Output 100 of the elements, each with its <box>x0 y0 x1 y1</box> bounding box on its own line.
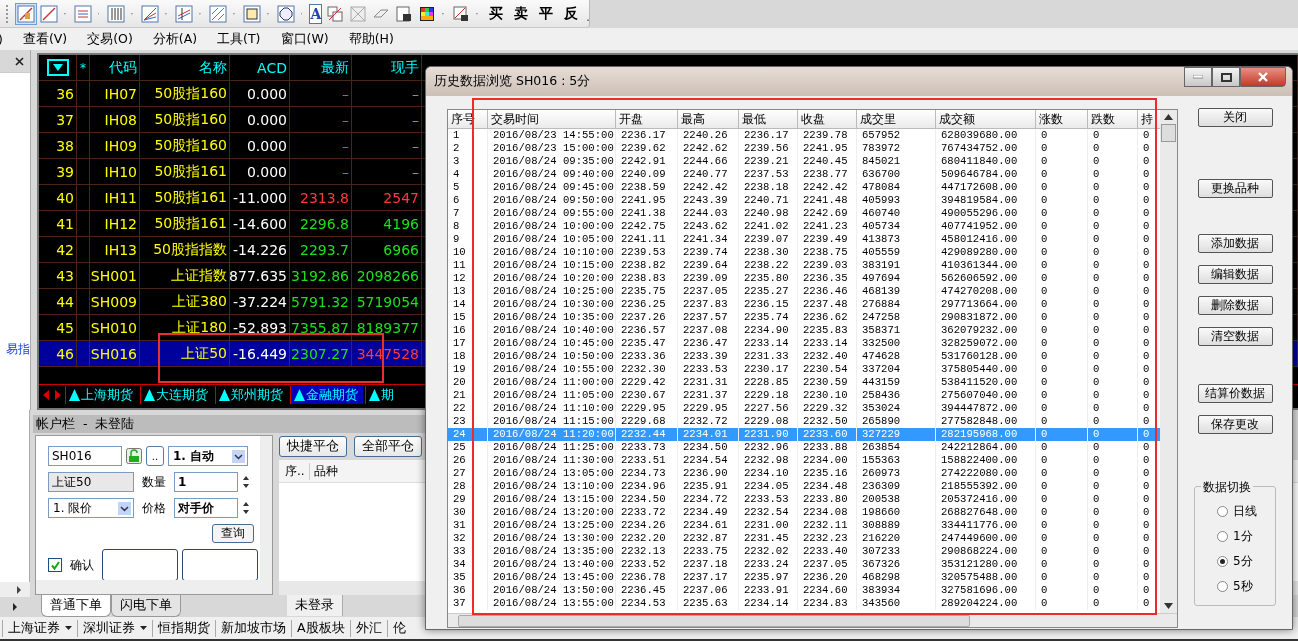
scroll-thumb[interactable] <box>1161 124 1176 142</box>
column-header[interactable]: 最高 <box>678 110 739 128</box>
radio-button[interactable] <box>1217 556 1228 567</box>
horizontal-scrollbar[interactable] <box>0 582 30 597</box>
close-icon[interactable] <box>15 56 24 66</box>
column-header[interactable]: 涨数 <box>1036 110 1088 128</box>
column-header[interactable]: 序.. <box>279 462 310 480</box>
market-button[interactable]: 恒指期货 <box>152 619 215 637</box>
market-tab[interactable]: 大连期货 <box>140 385 213 404</box>
minimize-button[interactable] <box>1184 67 1212 87</box>
column-header[interactable]: 代码 <box>90 55 140 81</box>
code-field[interactable]: SH016 <box>48 446 122 466</box>
radio-button[interactable] <box>1217 531 1228 542</box>
menu-item[interactable]: 交易(O) <box>87 30 133 48</box>
trade-button[interactable]: 买 <box>484 4 507 23</box>
overlap-squares-icon[interactable] <box>325 3 346 24</box>
mode-dropdown[interactable]: 1. 自动 <box>168 446 248 466</box>
trade-button[interactable]: 平 <box>534 4 557 23</box>
table-cell: 24 <box>448 428 488 441</box>
quantity-field[interactable]: 1 <box>174 472 238 492</box>
fan-lines-icon[interactable] <box>140 3 161 24</box>
sort-down-icon[interactable] <box>46 59 69 76</box>
confirm-checkbox[interactable] <box>48 558 62 572</box>
crossed-box-icon[interactable] <box>348 3 369 24</box>
dialog-button[interactable]: 更换品种 <box>1197 179 1273 198</box>
menu-item[interactable]: 查看(V) <box>22 30 68 48</box>
column-header[interactable]: 最新 <box>290 55 352 81</box>
column-header[interactable]: 现手 <box>352 55 422 81</box>
menu-item[interactable]: 帮助(H) <box>348 30 394 48</box>
radio-label[interactable]: 1分 <box>1233 528 1253 545</box>
market-tab[interactable]: 期 <box>365 385 399 404</box>
maximize-button[interactable] <box>1212 67 1240 87</box>
parallel-lines-icon[interactable] <box>174 3 195 24</box>
dialog-button[interactable]: 编辑数据 <box>1197 265 1273 284</box>
hatched-square-icon[interactable] <box>207 3 228 24</box>
order-tab[interactable]: 闪电下单 <box>111 595 181 617</box>
browse-button[interactable]: .. <box>146 446 164 466</box>
bars-icon[interactable] <box>106 3 127 24</box>
query-button[interactable]: 查询 <box>212 524 254 543</box>
order-tab[interactable]: 普通下单 <box>41 595 111 617</box>
scroll-down-icon[interactable] <box>1164 603 1173 609</box>
radio-label[interactable]: 5秒 <box>1233 578 1253 595</box>
column-header[interactable]: 交易时间 <box>488 110 616 128</box>
trade-button[interactable]: 反 <box>559 4 582 23</box>
column-header[interactable]: 跌数 <box>1088 110 1138 128</box>
scroll-left-icon[interactable] <box>41 387 51 402</box>
dropdown-arrow-icon[interactable] <box>140 626 147 630</box>
column-header[interactable]: ACD <box>230 55 290 81</box>
dialog-button[interactable]: 删除数据 <box>1197 296 1273 315</box>
unlocked-padlock-icon[interactable] <box>126 448 142 464</box>
radio-label[interactable]: 日线 <box>1233 503 1257 520</box>
menu-item[interactable]: 窗口(W) <box>280 30 329 48</box>
dialog-button[interactable]: 关闭 <box>1197 108 1273 127</box>
market-button[interactable]: 伦 <box>386 619 411 637</box>
dialog-button[interactable]: 添加数据 <box>1197 234 1273 253</box>
price-type-dropdown[interactable]: 1. 限价 <box>48 498 134 518</box>
dialog-button[interactable]: 保存更改 <box>1197 415 1273 434</box>
pencil-icon[interactable] <box>15 3 36 24</box>
market-tab[interactable]: 上海期货 <box>65 385 138 404</box>
trade-button[interactable]: 卖 <box>509 4 532 23</box>
menu-item[interactable]: 工具(T) <box>217 30 261 48</box>
column-header[interactable]: 收盘 <box>798 110 857 128</box>
market-button[interactable]: 深圳证券 <box>77 619 152 637</box>
radio-button[interactable] <box>1217 581 1228 592</box>
menu-item[interactable]: 分析(A) <box>152 30 198 48</box>
dropdown-arrow-icon[interactable] <box>65 626 72 630</box>
radio-button[interactable] <box>1217 506 1228 517</box>
column-header[interactable]: 开盘 <box>616 110 678 128</box>
list-icon[interactable] <box>72 3 93 24</box>
radio-label[interactable]: 5分 <box>1233 553 1253 570</box>
close-position-button[interactable]: 快捷平仓 <box>279 436 347 457</box>
column-header[interactable]: 品种 <box>310 462 338 480</box>
scroll-up-icon[interactable] <box>1164 114 1173 120</box>
rectangle-icon[interactable] <box>241 3 262 24</box>
toolbar-grip[interactable] <box>6 4 9 23</box>
column-header[interactable]: 名称 <box>140 55 230 81</box>
market-tab[interactable]: 郑州期货 <box>215 385 288 404</box>
market-button[interactable]: 新加坡市场 <box>215 619 291 637</box>
price-field[interactable]: 对手价 <box>174 498 238 518</box>
market-tab[interactable]: 金融期货 <box>290 385 363 404</box>
close-button[interactable] <box>1240 67 1286 87</box>
chevron-down-icon[interactable] <box>232 449 245 463</box>
scroll-right-icon[interactable] <box>12 603 18 611</box>
dialog-button[interactable]: 清空数据 <box>1197 327 1273 346</box>
column-header[interactable]: 成交里 <box>857 110 936 128</box>
vertical-scrollbar[interactable] <box>1160 110 1177 613</box>
market-button[interactable]: A股板块 <box>291 619 350 637</box>
horizontal-scrollbar[interactable] <box>36 580 272 594</box>
market-button[interactable]: 上海证券 <box>2 619 77 637</box>
column-header[interactable]: 成交额 <box>936 110 1036 128</box>
status-tab[interactable]: 未登录 <box>287 595 343 616</box>
close-position-button[interactable]: 全部平仓 <box>354 436 422 457</box>
vertical-scrollbar[interactable] <box>260 436 272 580</box>
chevron-down-icon[interactable] <box>118 501 131 515</box>
spinner-icon[interactable] <box>242 474 250 490</box>
side-link[interactable]: 易指 <box>6 341 30 358</box>
column-header[interactable]: 最低 <box>739 110 798 128</box>
market-button[interactable]: 外汇 <box>349 619 387 637</box>
spinner-icon[interactable] <box>242 500 250 516</box>
dialog-button[interactable]: 结算价数据 <box>1197 384 1273 403</box>
